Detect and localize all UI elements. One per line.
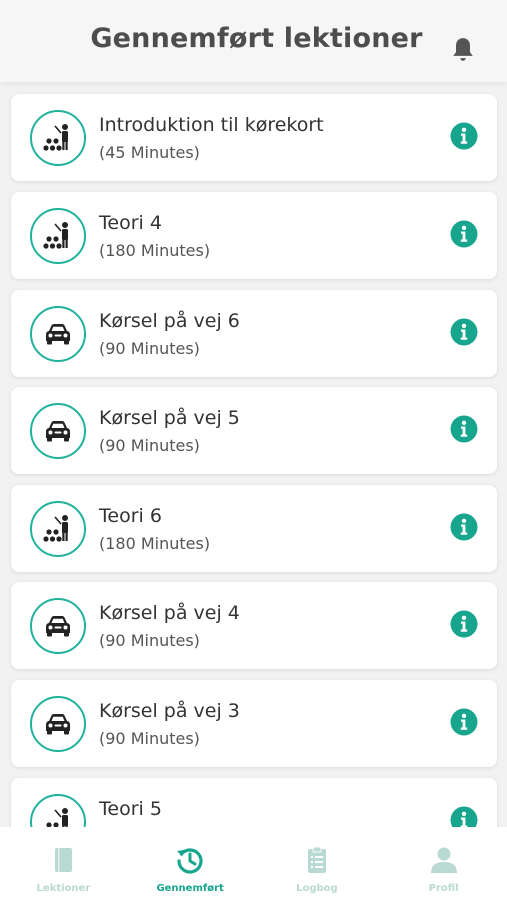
lesson-card[interactable]: Teori 5 xyxy=(11,778,497,827)
lesson-duration: (180 Minutes) xyxy=(99,241,211,260)
info-icon[interactable] xyxy=(450,415,478,443)
classroom-icon xyxy=(46,808,68,827)
page-title: Gennemført lektioner xyxy=(90,22,423,54)
tab-label: Gennemført xyxy=(156,883,224,894)
car-icon xyxy=(46,616,70,637)
book-icon xyxy=(55,848,73,872)
lesson-avatar xyxy=(30,501,86,557)
history-icon xyxy=(177,848,203,874)
lesson-avatar xyxy=(30,403,86,459)
lesson-title: Kørsel på vej 3 xyxy=(99,700,240,722)
lesson-list[interactable]: Introduktion til kørekort (45 Minutes) T xyxy=(0,82,507,827)
lesson-title: Kørsel på vej 4 xyxy=(99,602,240,624)
lesson-card[interactable]: Kørsel på vej 5 (90 Minutes) xyxy=(11,387,497,474)
lesson-duration: (90 Minutes) xyxy=(99,631,200,650)
lesson-card[interactable]: Teori 4 (180 Minutes) xyxy=(11,192,497,279)
lesson-card[interactable]: Teori 6 (180 Minutes) xyxy=(11,485,497,572)
lesson-avatar xyxy=(30,598,86,654)
tab-label: Logbog xyxy=(296,883,338,894)
info-icon[interactable] xyxy=(450,806,478,827)
car-icon xyxy=(46,714,70,735)
lesson-duration: (90 Minutes) xyxy=(99,436,200,455)
lesson-duration: (90 Minutes) xyxy=(99,729,200,748)
tab-logbog[interactable]: Logbog xyxy=(254,827,381,900)
lesson-card[interactable]: Kørsel på vej 6 (90 Minutes) xyxy=(11,290,497,377)
info-icon[interactable] xyxy=(450,513,478,541)
lesson-duration: (180 Minutes) xyxy=(99,534,211,553)
info-icon[interactable] xyxy=(450,122,478,150)
classroom-icon xyxy=(43,124,68,151)
tab-label: Lektioner xyxy=(36,883,91,894)
bell-icon[interactable] xyxy=(450,36,476,64)
lesson-card[interactable]: Introduktion til kørekort (45 Minutes) xyxy=(11,94,497,181)
lesson-card[interactable]: Kørsel på vej 4 (90 Minutes) xyxy=(11,582,497,669)
lesson-title: Teori 6 xyxy=(99,505,162,527)
header: Gennemført lektioner xyxy=(0,0,507,82)
lesson-avatar xyxy=(30,208,86,264)
lesson-card[interactable]: Kørsel på vej 3 (90 Minutes) xyxy=(11,680,497,767)
lesson-duration: (45 Minutes) xyxy=(99,143,200,162)
user-icon xyxy=(430,847,457,873)
lesson-avatar xyxy=(30,794,86,827)
classroom-icon xyxy=(43,515,68,542)
lesson-avatar xyxy=(30,696,86,752)
info-icon[interactable] xyxy=(450,708,478,736)
lesson-title: Teori 4 xyxy=(99,212,162,234)
lesson-title: Kørsel på vej 6 xyxy=(99,310,240,332)
lesson-title: Kørsel på vej 5 xyxy=(99,407,240,429)
tab-gennemfort[interactable]: Gennemført xyxy=(127,827,254,900)
lesson-avatar xyxy=(30,110,86,166)
classroom-icon xyxy=(43,222,68,249)
info-icon[interactable] xyxy=(450,220,478,248)
lesson-avatar xyxy=(30,306,86,362)
lesson-title: Introduktion til kørekort xyxy=(99,114,324,136)
tab-profil[interactable]: Profil xyxy=(380,827,507,900)
tab-lektioner[interactable]: Lektioner xyxy=(0,827,127,900)
info-icon[interactable] xyxy=(450,318,478,346)
info-icon[interactable] xyxy=(450,610,478,638)
clipboard-icon xyxy=(307,846,326,873)
lesson-title: Teori 5 xyxy=(99,798,162,820)
tab-label: Profil xyxy=(428,883,459,894)
bottom-tab-bar: Lektioner Gennemført Logbog Profil xyxy=(0,827,507,900)
car-icon xyxy=(46,324,70,345)
lesson-duration: (90 Minutes) xyxy=(99,339,200,358)
car-icon xyxy=(46,421,70,442)
